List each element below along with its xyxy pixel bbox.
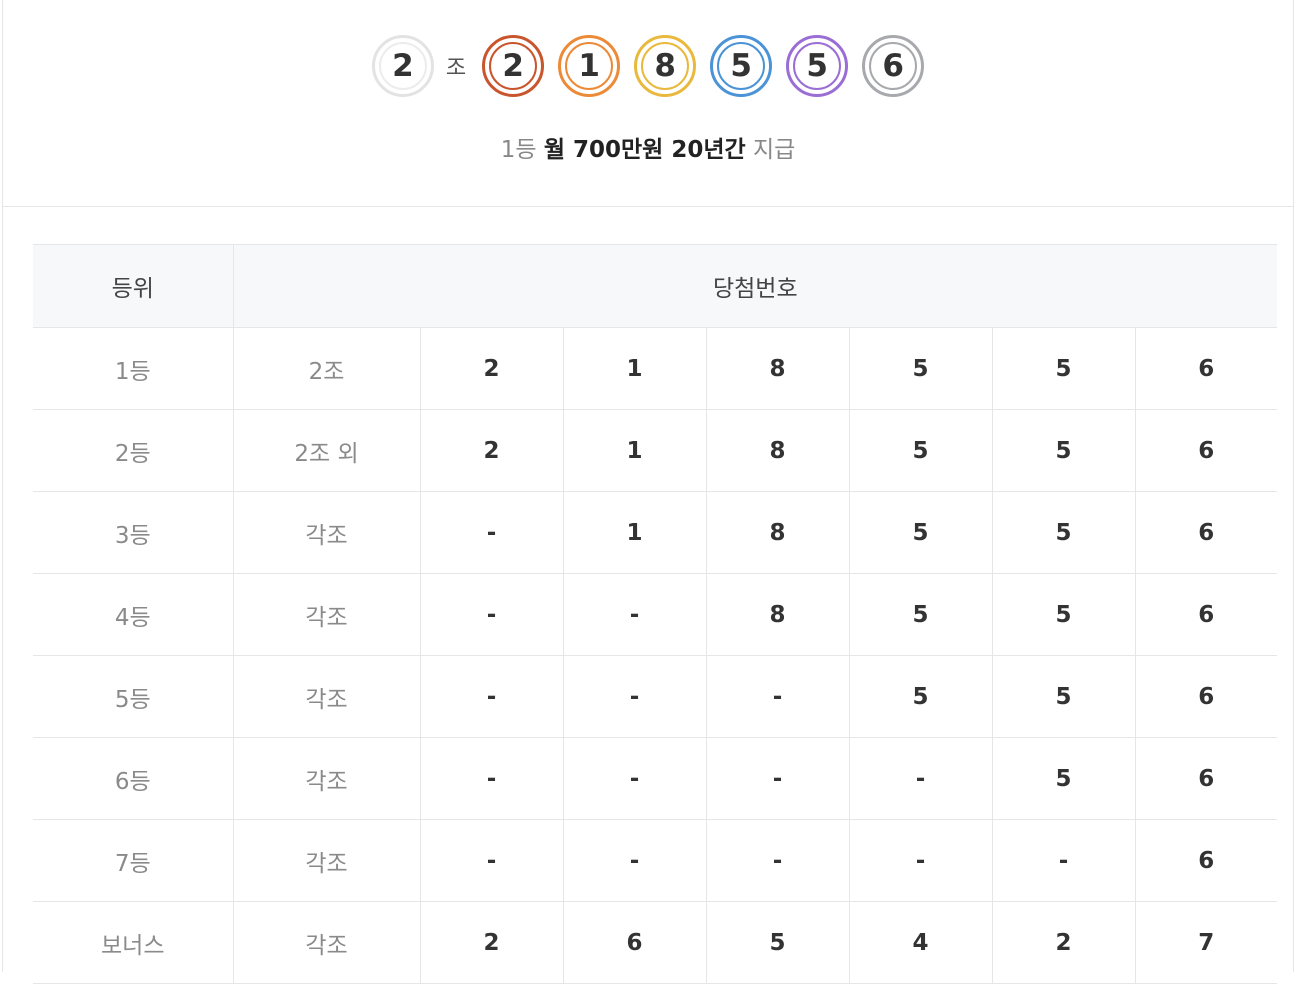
header-winning-numbers: 당첨번호: [232, 244, 1278, 328]
digit-cell: 5: [991, 491, 1135, 574]
ball-number: 5: [730, 48, 752, 84]
digit-cell: -: [419, 819, 563, 902]
number-ball: 2: [482, 35, 545, 97]
digit-cell: 2: [419, 901, 563, 984]
ball-number: 5: [806, 48, 828, 84]
digit-cell: 8: [705, 409, 849, 492]
digit-cell: -: [991, 819, 1135, 902]
table-row: 5등 각조 - - -5 5 6: [33, 655, 1278, 738]
rank-cell: 7등: [33, 819, 233, 902]
group-cell: 각조: [232, 819, 420, 902]
rank-cell: 2등: [33, 409, 233, 492]
group-cell: 각조: [232, 491, 420, 574]
digit-cell: 8: [705, 573, 849, 656]
digit-cell: 5: [991, 409, 1135, 492]
digit-cell: 5: [848, 409, 992, 492]
rank-cell: 3등: [33, 491, 233, 574]
winning-numbers-table: 등위 당첨번호 1등 2조 2 1 8 5 5 6 2등 2조 외 2 1 8 5 5 6 3등 각조 -1 8 5 5 6…: [33, 244, 1278, 984]
digit-cell: 6: [1134, 655, 1278, 738]
rank-cell: 6등: [33, 737, 233, 820]
digit-cell: 5: [848, 573, 992, 656]
digit-cell: 2: [419, 409, 563, 492]
digit-cell: 5: [991, 327, 1135, 410]
header-rank: 등위: [33, 244, 233, 328]
digit-cell: 8: [705, 327, 849, 410]
digit-cell: -: [419, 655, 563, 738]
digit-cell: 1: [562, 409, 706, 492]
table-body: 1등 2조 2 1 8 5 5 6 2등 2조 외 2 1 8 5 5 6 3등 각조 -1 8 5 5 6 4등 각조 - -8 5…: [33, 327, 1278, 984]
digit-cell: -: [848, 737, 992, 820]
rank-cell: 4등: [33, 573, 233, 656]
rank-cell: 5등: [33, 655, 233, 738]
digit-cell: 5: [848, 655, 992, 738]
digit-cell: 5: [848, 327, 992, 410]
prize-suffix: 지급: [752, 137, 796, 163]
number-ball: 5: [710, 35, 773, 97]
digit-cell: -: [848, 819, 992, 902]
digit-cell: 6: [562, 901, 706, 984]
ball-number: 1: [578, 48, 600, 84]
first-prize-description: 1등 월 700만원 20년간 지급: [0, 130, 1296, 164]
digit-cell: 7: [1134, 901, 1278, 984]
group-cell: 2조: [232, 327, 420, 410]
section-divider: [2, 206, 1294, 207]
prize-rank: 1등: [500, 137, 537, 163]
group-cell: 각조: [232, 901, 420, 984]
table-row: 6등 각조 - - - -5 6: [33, 737, 1278, 820]
ball-number: 2: [502, 48, 524, 84]
digit-cell: 6: [1134, 737, 1278, 820]
table-row: 4등 각조 - -8 5 5 6: [33, 573, 1278, 656]
group-cell: 2조 외: [232, 409, 420, 492]
digit-cell: -: [705, 655, 849, 738]
prize-amount: 월 700만원 20년간: [543, 137, 746, 163]
table-row: 보너스 각조 2 6 5 4 2 7: [33, 901, 1278, 984]
digit-cell: 5: [991, 737, 1135, 820]
group-cell: 각조: [232, 737, 420, 820]
table-row: 7등 각조 - - - - -6: [33, 819, 1278, 902]
digit-cell: -: [562, 655, 706, 738]
group-cell: 각조: [232, 655, 420, 738]
digit-cell: 6: [1134, 491, 1278, 574]
digit-cell: 4: [848, 901, 992, 984]
group-label: 조: [445, 56, 467, 81]
digit-cell: 5: [848, 491, 992, 574]
digit-cell: -: [705, 819, 849, 902]
digit-cell: 5: [991, 655, 1135, 738]
table-header-row: 등위 당첨번호: [33, 244, 1278, 328]
table-row: 1등 2조 2 1 8 5 5 6: [33, 327, 1278, 410]
digit-cell: 2: [419, 327, 563, 410]
digit-cell: 6: [1134, 819, 1278, 902]
digit-cell: 2: [991, 901, 1135, 984]
rank-cell: 1등: [33, 327, 233, 410]
number-ball: 8: [634, 35, 697, 97]
winning-ball-row: 2 조 2 1 8 5 5 6: [0, 34, 1296, 98]
digit-cell: -: [419, 573, 563, 656]
digit-cell: 6: [1134, 573, 1278, 656]
digit-cell: 1: [562, 491, 706, 574]
digit-cell: -: [705, 737, 849, 820]
number-ball: 6: [862, 35, 925, 97]
table-row: 3등 각조 -1 8 5 5 6: [33, 491, 1278, 574]
table-row: 2등 2조 외218556: [33, 409, 1278, 492]
digit-cell: -: [562, 737, 706, 820]
digit-cell: 6: [1134, 409, 1278, 492]
digit-cell: 5: [705, 901, 849, 984]
digit-cell: -: [419, 491, 563, 574]
digit-cell: 8: [705, 491, 849, 574]
winning-summary: 2 조 2 1 8 5 5 6 1등 월 700만원 20년간 지급: [0, 0, 1296, 206]
digit-cell: 6: [1134, 327, 1278, 410]
rank-cell: 보너스: [33, 901, 233, 984]
group-cell: 각조: [232, 573, 420, 656]
ball-number: 8: [654, 48, 676, 84]
number-ball: 1: [558, 35, 621, 97]
group-number: 2: [392, 48, 414, 84]
digit-cell: -: [562, 819, 706, 902]
digit-cell: -: [419, 737, 563, 820]
digit-cell: 5: [991, 573, 1135, 656]
number-ball: 5: [786, 35, 849, 97]
digit-cell: 1: [562, 327, 706, 410]
digit-cell: -: [562, 573, 706, 656]
group-ball: 2: [371, 35, 434, 97]
ball-number: 6: [882, 48, 904, 84]
